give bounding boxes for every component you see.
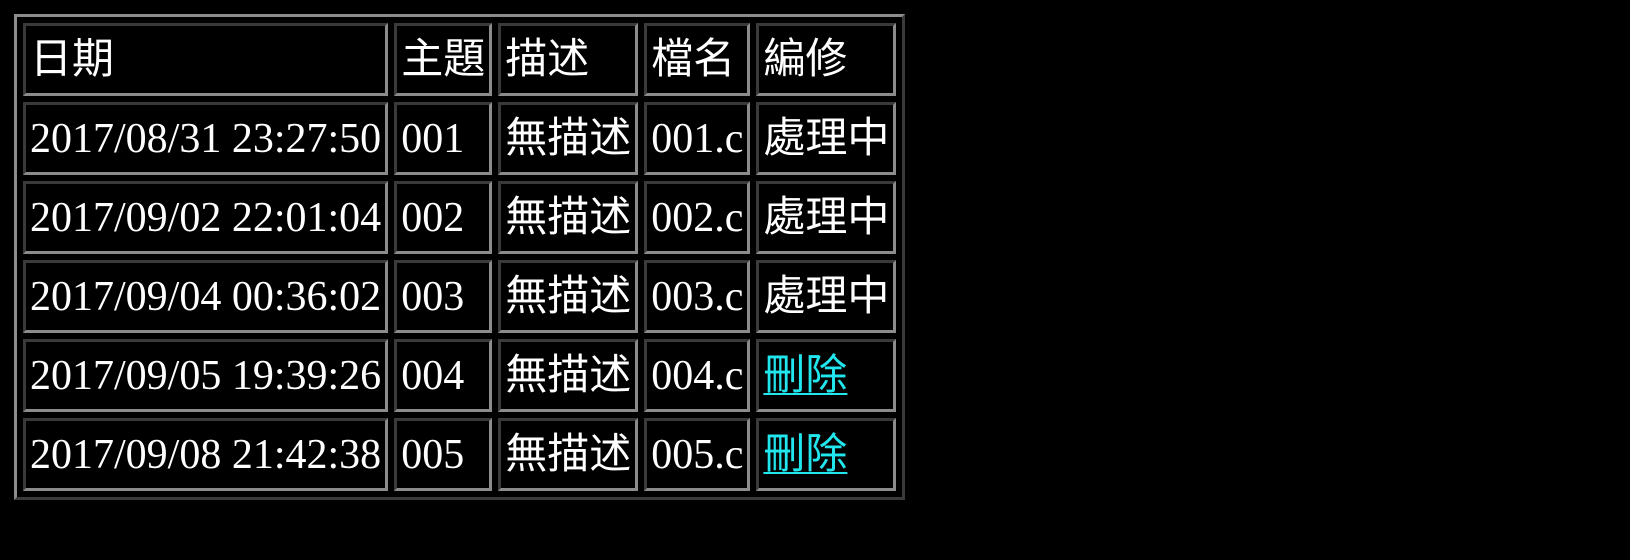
delete-link[interactable]: 刪除 [763, 353, 847, 399]
subject-cell: 003 [394, 260, 493, 333]
column-header-date: 日期 [23, 23, 389, 96]
table-row: 2017/09/08 21:42:38 005 無描述 005.c 刪除 [23, 418, 897, 491]
filename-cell: 003.c [644, 260, 751, 333]
table-row: 2017/09/02 22:01:04 002 無描述 002.c 處理中 [23, 181, 897, 254]
status-cell: 處理中 [756, 260, 897, 333]
description-cell: 無描述 [498, 418, 639, 491]
edit-cell: 刪除 [756, 339, 897, 412]
subject-cell: 002 [394, 181, 493, 254]
submission-table: 日期 主題 描述 檔名 編修 2017/08/31 23:27:50 001 無… [14, 14, 906, 500]
filename-cell: 004.c [644, 339, 751, 412]
filename-cell: 001.c [644, 102, 751, 175]
date-cell: 2017/09/08 21:42:38 [23, 418, 389, 491]
date-cell: 2017/09/05 19:39:26 [23, 339, 389, 412]
status-cell: 處理中 [756, 102, 897, 175]
edit-cell: 刪除 [756, 418, 897, 491]
subject-cell: 001 [394, 102, 493, 175]
status-cell: 處理中 [756, 181, 897, 254]
description-cell: 無描述 [498, 260, 639, 333]
table-row: 2017/09/05 19:39:26 004 無描述 004.c 刪除 [23, 339, 897, 412]
date-cell: 2017/08/31 23:27:50 [23, 102, 389, 175]
column-header-description: 描述 [498, 23, 639, 96]
date-cell: 2017/09/04 00:36:02 [23, 260, 389, 333]
description-cell: 無描述 [498, 339, 639, 412]
description-cell: 無描述 [498, 181, 639, 254]
delete-link[interactable]: 刪除 [763, 432, 847, 478]
subject-cell: 004 [394, 339, 493, 412]
subject-cell: 005 [394, 418, 493, 491]
filename-cell: 002.c [644, 181, 751, 254]
table-row: 2017/08/31 23:27:50 001 無描述 001.c 處理中 [23, 102, 897, 175]
column-header-filename: 檔名 [644, 23, 751, 96]
date-cell: 2017/09/02 22:01:04 [23, 181, 389, 254]
table-row: 2017/09/04 00:36:02 003 無描述 003.c 處理中 [23, 260, 897, 333]
filename-cell: 005.c [644, 418, 751, 491]
table-header-row: 日期 主題 描述 檔名 編修 [23, 23, 897, 96]
column-header-edit: 編修 [756, 23, 897, 96]
description-cell: 無描述 [498, 102, 639, 175]
column-header-subject: 主題 [394, 23, 493, 96]
